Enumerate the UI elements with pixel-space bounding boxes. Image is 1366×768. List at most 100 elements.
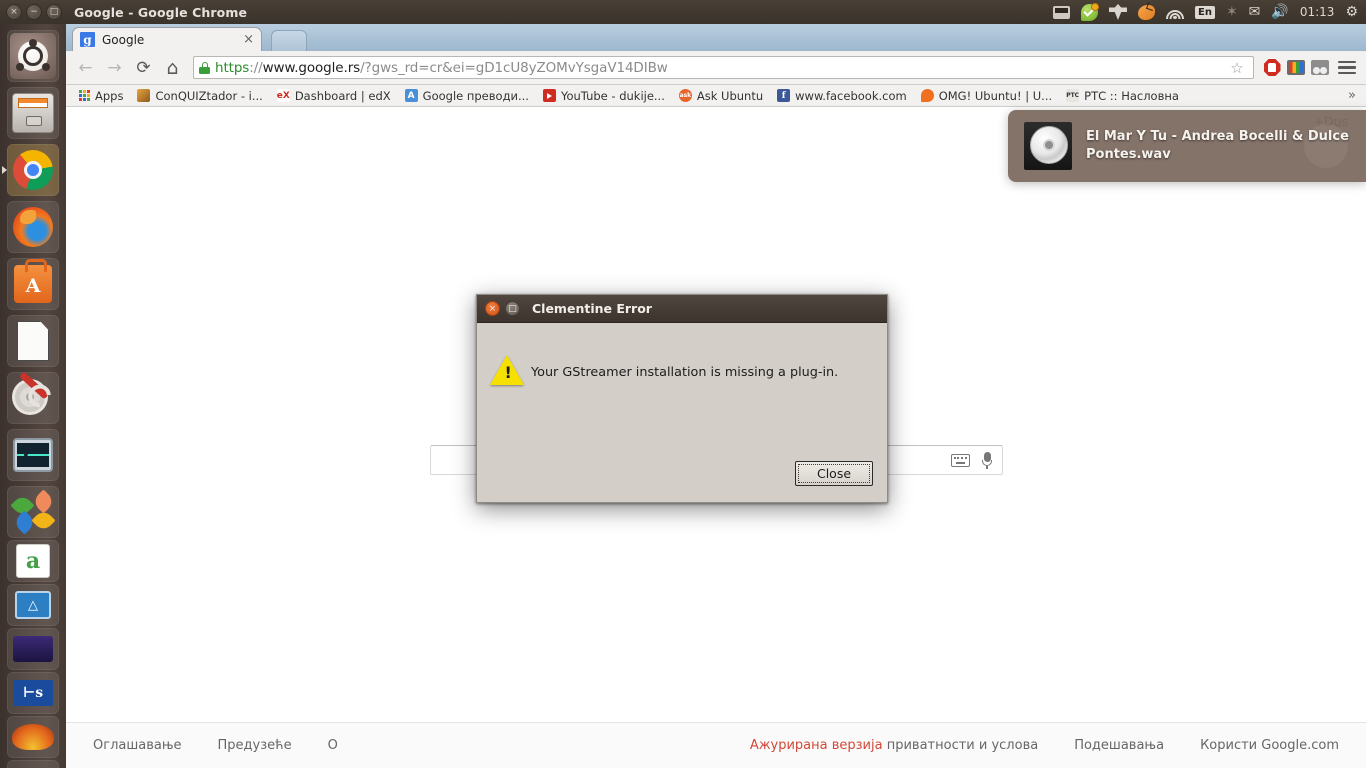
browser-tab-google[interactable]: g Google × xyxy=(72,27,262,51)
url-separator: :// xyxy=(249,59,263,76)
edx-favicon: eX xyxy=(276,89,290,102)
footer-link-settings[interactable]: Подешавања xyxy=(1074,738,1164,753)
mango-icon[interactable] xyxy=(1137,3,1155,21)
gear-wrench-icon xyxy=(13,371,53,418)
bookmark-conquiztador[interactable]: ConQUIZtador - i... xyxy=(130,87,269,105)
reload-button[interactable]: ⟳ xyxy=(130,54,157,81)
window-minimize-button[interactable]: − xyxy=(26,4,42,20)
document-icon xyxy=(17,321,49,361)
microphone-icon[interactable] xyxy=(982,451,992,469)
launcher-item-writer[interactable] xyxy=(7,315,59,367)
launcher-item-chrome[interactable] xyxy=(2,144,59,196)
launcher-item-dash[interactable] xyxy=(7,30,59,82)
chrome-menu-icon[interactable] xyxy=(1333,54,1360,81)
bookmark-facebook[interactable]: f www.facebook.com xyxy=(770,87,914,105)
firefox-icon xyxy=(13,207,53,247)
footer-link-advertising[interactable]: Оглашавање xyxy=(93,738,182,753)
footer-link-use-google-com[interactable]: Користи Google.com xyxy=(1200,738,1339,753)
bookmark-label: Ask Ubuntu xyxy=(696,88,764,103)
launcher-item-firefox[interactable] xyxy=(7,201,59,253)
indicator-area: En ✶ ✉ 🔊 01:13 ⚙ xyxy=(1052,2,1366,21)
wifi-icon[interactable] xyxy=(1165,3,1184,21)
launcher-item-purple[interactable] xyxy=(7,628,59,670)
clementine-flower-icon xyxy=(10,489,56,535)
purple-icon xyxy=(13,636,53,662)
launcher-item-system-monitor[interactable] xyxy=(7,429,59,481)
bookmark-label: Apps xyxy=(95,88,124,103)
clock-indicator[interactable]: 01:13 xyxy=(1300,3,1335,21)
launcher-item-fire[interactable] xyxy=(7,716,59,758)
dropbox-icon[interactable] xyxy=(1108,3,1127,21)
bookmark-rts[interactable]: PTC РТС :: Насловна xyxy=(1059,87,1186,105)
dialog-message: Your GStreamer installation is missing a… xyxy=(531,365,839,380)
launcher-item-system-settings[interactable] xyxy=(7,371,59,424)
bookmark-edx[interactable]: eX Dashboard | edX xyxy=(270,87,398,105)
dialog-titlebar: × □ Clementine Error xyxy=(477,295,887,323)
back-button[interactable]: ← xyxy=(72,54,99,81)
bookmark-ask-ubuntu[interactable]: ask Ask Ubuntu xyxy=(672,87,770,105)
bluetooth-icon[interactable]: ✶ xyxy=(1226,3,1238,21)
window-close-button[interactable]: × xyxy=(6,4,22,20)
launcher-item-blue-monitor[interactable]: △ xyxy=(7,584,59,626)
dialog-maximize-icon[interactable]: □ xyxy=(505,301,520,316)
youtube-favicon xyxy=(542,89,556,102)
bookmark-label: Google преводи... xyxy=(422,88,529,103)
window-maximize-button[interactable]: □ xyxy=(46,4,62,20)
launcher-item-headphones[interactable] xyxy=(7,760,59,768)
unity-window-title: Google - Google Chrome xyxy=(74,4,248,20)
bookmark-google-translate[interactable]: A Google преводи... xyxy=(398,87,536,105)
bookmark-label: OMG! Ubuntu! | U... xyxy=(938,88,1053,103)
keyboard-icon[interactable] xyxy=(951,453,970,467)
launcher-item-green-app[interactable]: a xyxy=(7,540,59,582)
bookmark-label: ConQUIZtador - i... xyxy=(155,88,263,103)
warning-exclamation-glyph: ! xyxy=(504,363,512,382)
keyboard-layout-indicator[interactable]: En xyxy=(1194,3,1215,21)
privacy-updated-badge: Ажурирана верзија xyxy=(749,738,883,753)
dropbox-sync-icon[interactable] xyxy=(1080,2,1099,21)
adblock-icon[interactable] xyxy=(1261,57,1283,79)
running-indicator-arrow xyxy=(2,166,7,174)
dialog-close-button[interactable]: Close xyxy=(795,461,873,486)
mail-icon[interactable]: ✉ xyxy=(1249,3,1261,21)
launcher-item-clementine[interactable] xyxy=(7,486,59,538)
tab-close-icon[interactable]: × xyxy=(243,33,254,46)
launcher-item-files[interactable] xyxy=(7,87,59,139)
photo-extension-icon[interactable] xyxy=(1309,57,1331,79)
google-translate-favicon: A xyxy=(404,89,418,102)
tab-strip: g Google × xyxy=(66,24,1366,51)
rts-favicon: PTC xyxy=(1066,89,1080,102)
ps-icon: ⊢s xyxy=(13,680,53,706)
bookmark-star-icon[interactable]: ☆ xyxy=(1226,57,1248,79)
tv-extension-icon[interactable] xyxy=(1285,57,1307,79)
google-footer-right: Ажурирана верзија приватности и услова П… xyxy=(750,738,1366,753)
address-bar[interactable]: https://www.google.rs/?gws_rd=cr&ei=gD1c… xyxy=(193,56,1254,79)
footer-link-privacy-terms[interactable]: Ажурирана верзија приватности и услова xyxy=(750,738,1038,753)
bookmark-omg-ubuntu[interactable]: OMG! Ubuntu! | U... xyxy=(914,87,1059,105)
forward-button[interactable]: → xyxy=(101,54,128,81)
g-favicon: g xyxy=(80,32,95,47)
volume-icon[interactable]: 🔊 xyxy=(1271,3,1288,21)
launcher-item-software-center[interactable] xyxy=(7,258,59,310)
tab-title: Google xyxy=(102,32,145,47)
bookmark-youtube[interactable]: YouTube - dukije... xyxy=(536,87,672,105)
focus-ring xyxy=(798,464,870,483)
apps-grid-icon xyxy=(79,90,90,101)
chrome-icon xyxy=(13,150,53,190)
footer-link-about[interactable]: О xyxy=(328,738,338,753)
cd-disc-icon xyxy=(1024,122,1072,170)
footer-link-business[interactable]: Предузеће xyxy=(218,738,292,753)
url-scheme: https xyxy=(215,59,250,76)
clementine-error-dialog: × □ Clementine Error ! Your GStreamer in… xyxy=(476,294,888,503)
new-tab-button[interactable] xyxy=(271,30,307,51)
launcher-item-ps[interactable]: ⊢s xyxy=(7,672,59,714)
session-gear-icon[interactable]: ⚙ xyxy=(1345,3,1358,21)
lock-icon xyxy=(199,61,210,74)
bookmark-label: РТС :: Насловна xyxy=(1084,88,1179,103)
home-button[interactable]: ⌂ xyxy=(159,54,186,81)
conquiztador-favicon xyxy=(137,89,151,102)
bookmarks-overflow-button[interactable]: » xyxy=(1348,88,1360,103)
dialog-close-icon[interactable]: × xyxy=(485,301,500,316)
display-icon[interactable] xyxy=(1052,3,1070,21)
dialog-title: Clementine Error xyxy=(532,301,652,316)
bookmark-apps[interactable]: Apps xyxy=(72,87,130,105)
